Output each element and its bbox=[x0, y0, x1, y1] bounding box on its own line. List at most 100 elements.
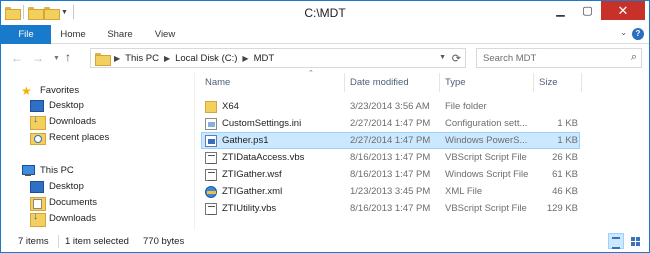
file-date: 8/16/2013 1:47 PM bbox=[350, 169, 431, 180]
file-date: 2/27/2014 1:47 PM bbox=[350, 135, 431, 146]
nav-item-documents[interactable]: Documents bbox=[30, 195, 98, 211]
file-date: 3/23/2014 3:56 AM bbox=[350, 101, 430, 112]
file-type: VBScript Script File bbox=[445, 152, 527, 163]
search-icon[interactable]: ⌕ bbox=[631, 51, 637, 64]
column-header-size[interactable]: Size bbox=[539, 71, 557, 92]
status-divider bbox=[58, 235, 59, 248]
nav-item-label: Recent places bbox=[49, 132, 110, 143]
downloads-icon bbox=[30, 114, 46, 130]
breadcrumb-separator-icon[interactable]: ▶ bbox=[164, 54, 170, 63]
nav-favorites-label: Favorites bbox=[40, 85, 80, 96]
address-bar[interactable]: ▶ This PC ▶ Local Disk (C:) ▶ MDT ▼ ⟳ bbox=[90, 48, 466, 68]
selection-count: 1 item selected bbox=[65, 236, 129, 247]
address-dropdown-icon[interactable]: ▼ bbox=[439, 54, 446, 61]
help-icon[interactable]: ? bbox=[632, 28, 644, 40]
file-size: 1 KB bbox=[557, 118, 578, 129]
column-divider[interactable] bbox=[439, 73, 440, 92]
ribbon-tabs: File Home Share View ⌄ ? bbox=[1, 25, 649, 44]
nav-item-recent-places[interactable]: Recent places bbox=[30, 130, 109, 145]
file-size: 1 KB bbox=[557, 135, 578, 146]
nav-item-label: Documents bbox=[49, 197, 98, 208]
nav-item-downloads[interactable]: Downloads bbox=[30, 211, 96, 227]
ini-file-icon bbox=[205, 118, 217, 130]
breadcrumb-mdt[interactable]: MDT bbox=[254, 53, 275, 64]
breadcrumb-local-disk[interactable]: Local Disk (C:) bbox=[175, 53, 237, 64]
column-header-date[interactable]: Date modified bbox=[350, 71, 409, 92]
file-size: 46 KB bbox=[552, 186, 578, 197]
file-type: Windows PowerS... bbox=[445, 135, 528, 146]
file-size: 61 KB bbox=[552, 169, 578, 180]
item-count: 7 items bbox=[18, 236, 49, 247]
explorer-window: ▼ C:\MDT ▁ ▢ ✕ File Home Share View ⌄ ? … bbox=[0, 0, 650, 253]
pane-splitter[interactable] bbox=[194, 73, 195, 230]
desktop-icon bbox=[30, 180, 44, 193]
tab-file[interactable]: File bbox=[1, 25, 51, 44]
close-button[interactable]: ✕ bbox=[601, 1, 645, 20]
file-name: CustomSettings.ini bbox=[222, 118, 302, 129]
file-name: ZTIGather.wsf bbox=[222, 169, 282, 180]
nav-item-label: Desktop bbox=[49, 100, 84, 111]
details-view-button[interactable] bbox=[608, 233, 624, 249]
tab-view[interactable]: View bbox=[146, 25, 184, 44]
file-name: ZTIGather.xml bbox=[222, 186, 283, 197]
nav-item-label: Desktop bbox=[49, 181, 84, 192]
search-box[interactable]: Search MDT ⌕ bbox=[476, 48, 642, 68]
nav-favorites[interactable]: ★ Favorites bbox=[21, 83, 79, 98]
nav-this-pc[interactable]: This PC bbox=[21, 163, 74, 178]
title-bar: ▼ C:\MDT ▁ ▢ ✕ bbox=[1, 1, 649, 25]
file-row[interactable]: CustomSettings.ini 2/27/2014 1:47 PM Confi… bbox=[201, 115, 580, 132]
large-icons-view-button[interactable] bbox=[627, 233, 643, 249]
minimize-button[interactable]: ▁ bbox=[547, 1, 574, 20]
folder-icon bbox=[205, 101, 217, 113]
column-divider[interactable] bbox=[344, 73, 345, 92]
file-size: 26 KB bbox=[552, 152, 578, 163]
file-type: Windows Script File bbox=[445, 169, 529, 180]
tab-share[interactable]: Share bbox=[99, 25, 141, 44]
breadcrumb-separator-icon[interactable]: ▶ bbox=[114, 54, 120, 63]
refresh-icon[interactable]: ⟳ bbox=[452, 52, 461, 65]
nav-item-downloads[interactable]: Downloads bbox=[30, 114, 96, 130]
file-row[interactable]: ZTIGather.xml 1/23/2013 3:45 PM XML File 46… bbox=[201, 183, 580, 200]
search-input[interactable]: Search MDT bbox=[483, 53, 536, 64]
powershell-file-icon bbox=[205, 135, 217, 147]
file-row[interactable]: ZTIGather.wsf 8/16/2013 1:47 PM Windows Sc… bbox=[201, 166, 580, 183]
status-bar: 7 items 1 item selected 770 bytes bbox=[1, 231, 649, 252]
documents-icon bbox=[30, 196, 46, 211]
tab-home[interactable]: Home bbox=[53, 25, 93, 44]
column-header-name[interactable]: Name bbox=[205, 71, 230, 92]
file-date: 2/27/2014 1:47 PM bbox=[350, 118, 431, 129]
column-divider[interactable] bbox=[581, 73, 582, 92]
file-date: 8/16/2013 1:47 PM bbox=[350, 152, 431, 163]
nav-item-desktop[interactable]: Desktop bbox=[30, 98, 84, 113]
file-date: 1/23/2013 3:45 PM bbox=[350, 186, 431, 197]
file-row[interactable]: ZTIUtility.vbs 8/16/2013 1:47 PM VBScript … bbox=[201, 200, 580, 217]
breadcrumb-this-pc[interactable]: This PC bbox=[125, 53, 159, 64]
file-list: ⌃ Name Date modified Type Size X64 3/23/2… bbox=[197, 70, 649, 231]
nav-item-desktop[interactable]: Desktop bbox=[30, 179, 84, 194]
file-row[interactable]: X64 3/23/2014 3:56 AM File folder bbox=[201, 98, 580, 115]
computer-icon bbox=[21, 165, 35, 176]
recent-locations-dropdown-icon[interactable]: ▼ bbox=[53, 55, 60, 62]
star-icon: ★ bbox=[21, 83, 32, 98]
expand-ribbon-icon[interactable]: ⌄ bbox=[620, 28, 627, 37]
folder-icon bbox=[95, 52, 111, 66]
desktop-icon bbox=[30, 99, 44, 112]
up-arrow-icon[interactable]: ↑ bbox=[65, 50, 71, 64]
file-type: VBScript Script File bbox=[445, 203, 527, 214]
file-name: Gather.ps1 bbox=[222, 135, 269, 146]
file-name: ZTIDataAccess.vbs bbox=[222, 152, 305, 163]
file-name: X64 bbox=[222, 101, 239, 112]
file-type: File folder bbox=[445, 101, 487, 112]
breadcrumb-separator-icon[interactable]: ▶ bbox=[242, 54, 248, 63]
column-divider[interactable] bbox=[533, 73, 534, 92]
file-row[interactable]: Gather.ps1 2/27/2014 1:47 PM Windows Power… bbox=[201, 132, 580, 149]
file-row[interactable]: ZTIDataAccess.vbs 8/16/2013 1:47 PM VBScri… bbox=[201, 149, 580, 166]
maximize-button[interactable]: ▢ bbox=[574, 1, 601, 20]
xml-file-icon bbox=[205, 186, 217, 198]
file-date: 8/16/2013 1:47 PM bbox=[350, 203, 431, 214]
column-header-type[interactable]: Type bbox=[445, 71, 466, 92]
file-type: XML File bbox=[445, 186, 483, 197]
back-arrow-icon[interactable]: ← bbox=[11, 51, 23, 65]
forward-arrow-icon[interactable]: → bbox=[32, 51, 44, 65]
file-name: ZTIUtility.vbs bbox=[222, 203, 277, 214]
